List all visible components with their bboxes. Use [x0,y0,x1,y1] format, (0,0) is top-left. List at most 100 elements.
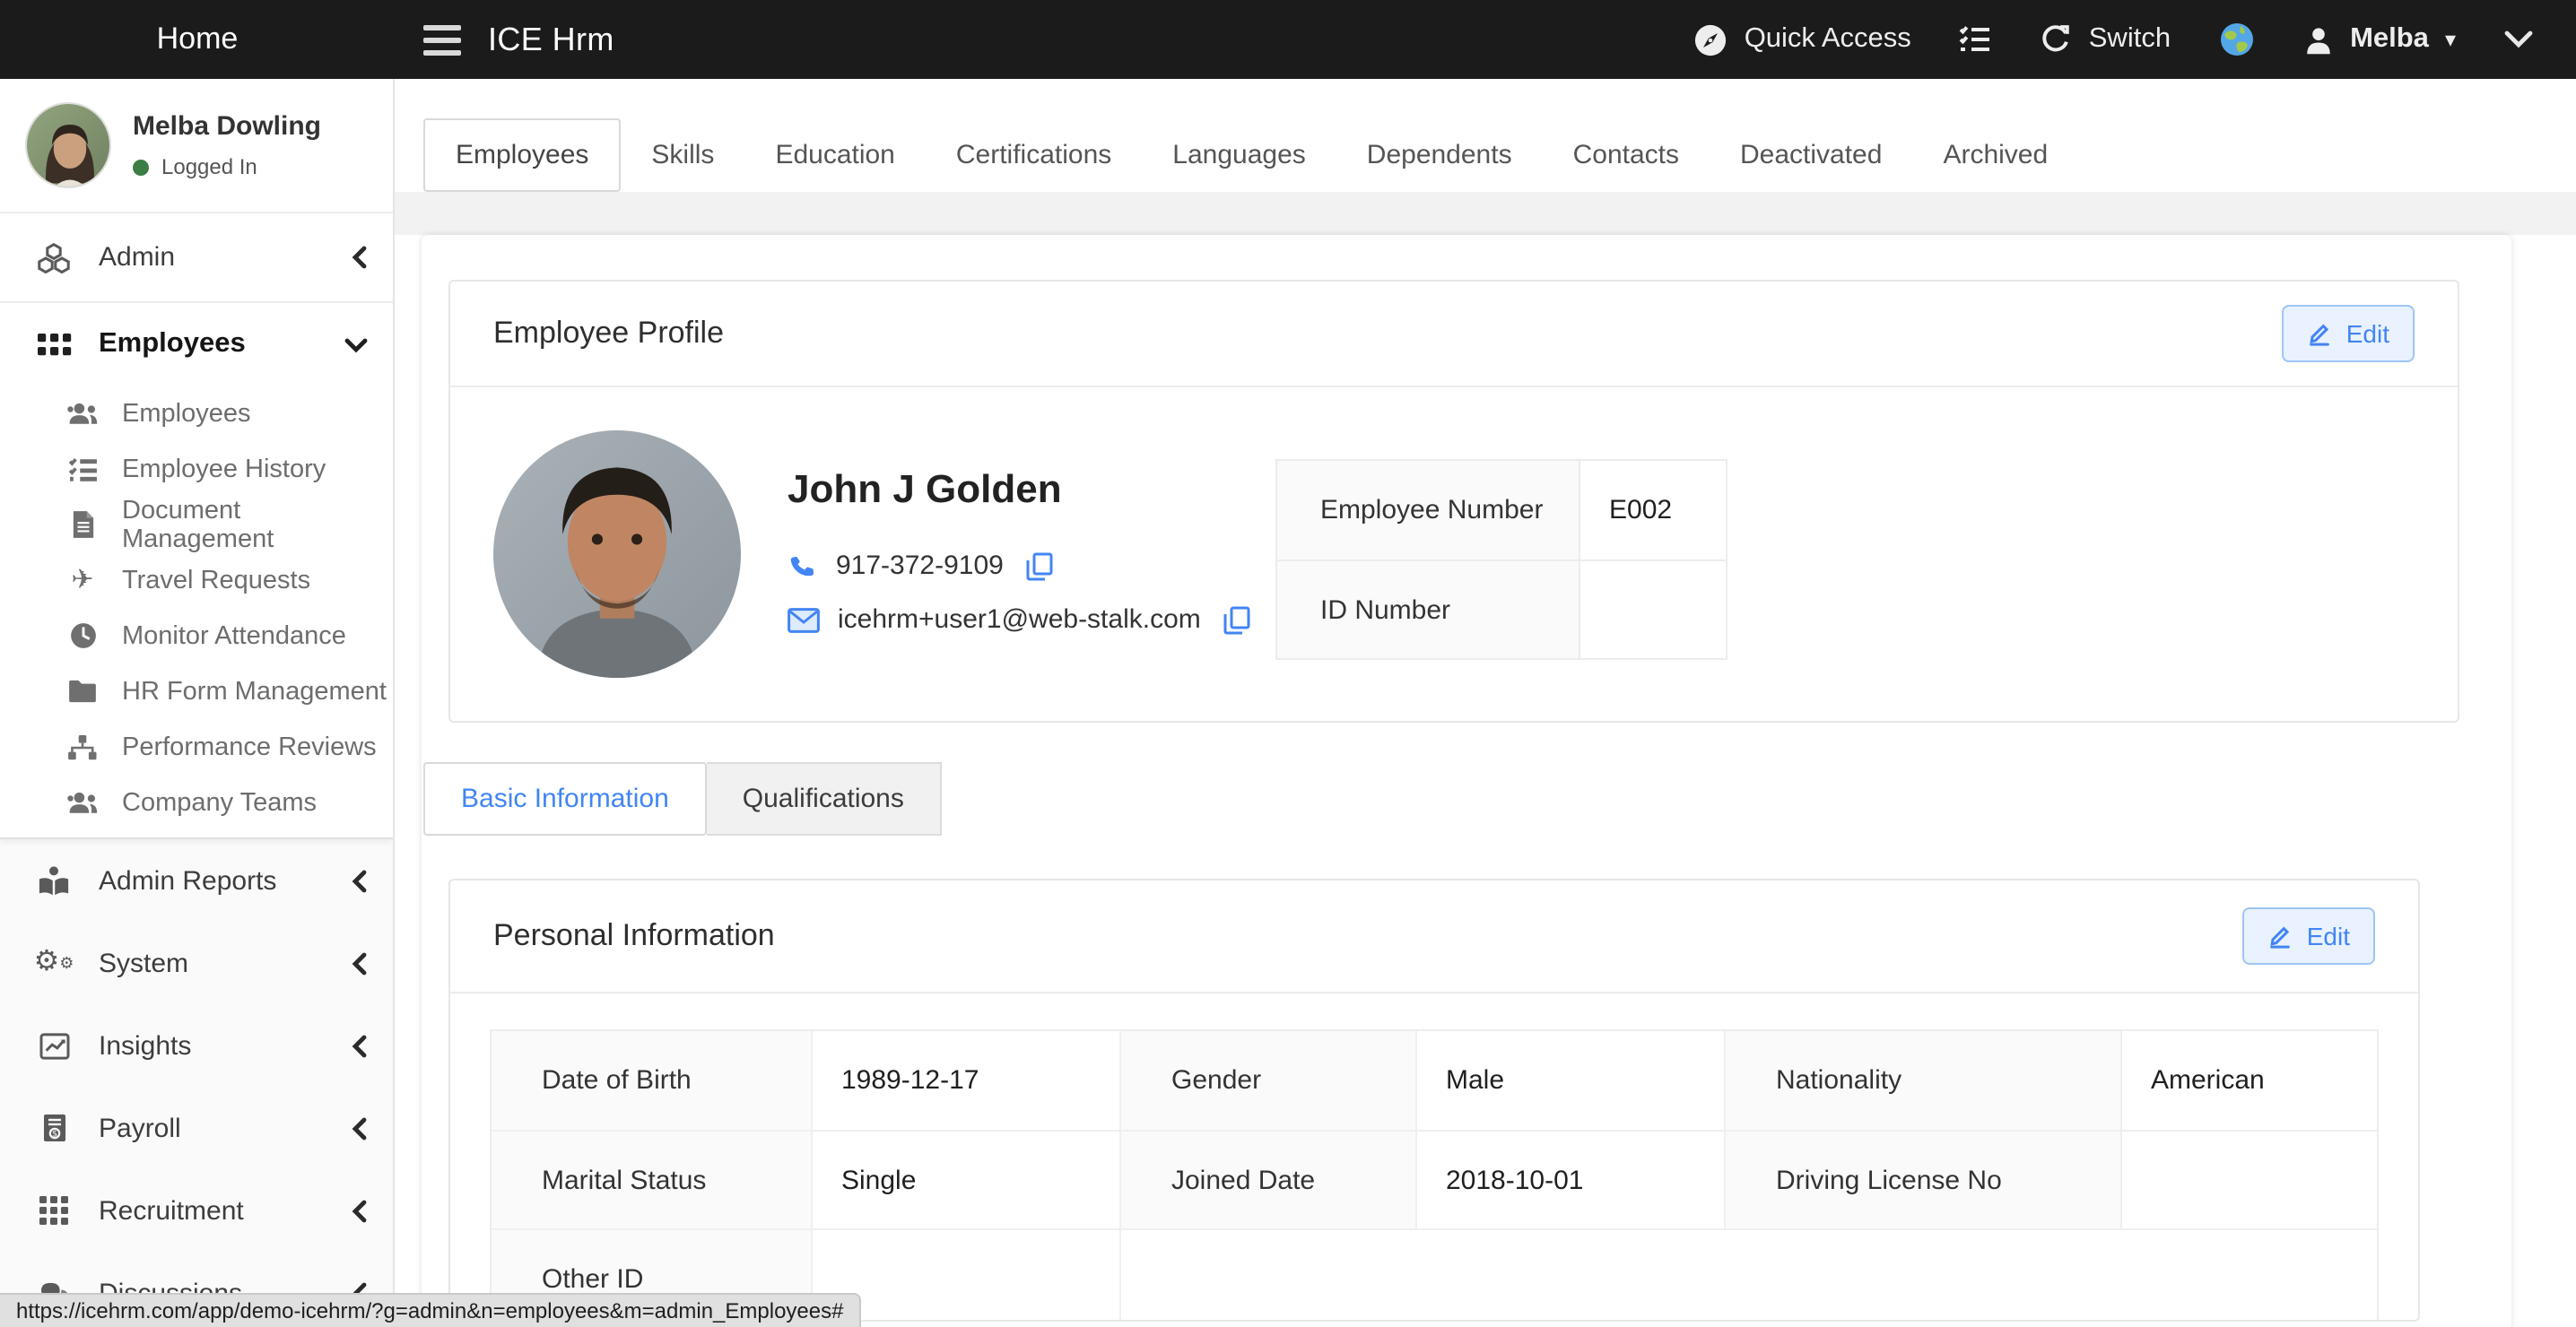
sidebar-group-label: Admin Reports [99,865,352,896]
sidebar-group-label: Payroll [99,1113,352,1143]
sidebar-group-payroll[interactable]: $ Payroll [0,1087,393,1169]
sidebar-item-performance-reviews[interactable]: Performance Reviews [0,719,393,775]
tab-basic-information[interactable]: Basic Information [423,762,707,836]
detail-subtabs: Basic Information Qualifications [423,762,2511,836]
field-value [1580,561,1726,658]
switch-button[interactable]: Switch [2041,23,2171,56]
copy-icon[interactable] [1224,605,1251,634]
employee-profile-card: Employee Profile Edit [448,280,2459,723]
users-icon [63,791,102,814]
tab-deactivated[interactable]: Deactivated [1710,118,1912,192]
employee-phone[interactable]: 917-372-9109 [836,551,1004,581]
table-row: Date of Birth 1989-12-17 Gender Male Nat… [492,1031,2377,1130]
field-label: Marital Status [492,1132,813,1228]
sidebar-group-admin[interactable]: Admin [0,213,393,303]
switch-icon [2041,23,2073,56]
edit-label: Edit [2307,922,2350,950]
tab-dependents[interactable]: Dependents [1336,118,1543,192]
field-value [2122,1132,2377,1228]
cubes-icon [32,241,75,273]
employee-email[interactable]: icehrm+user1@web-stalk.com [838,604,1201,635]
sidebar: Melba Dowling Logged In Admin [0,79,395,1327]
sidebar-group-system[interactable]: ⚙⚙ System [0,922,393,1004]
edit-profile-button[interactable]: Edit [2282,305,2415,362]
tab-skills[interactable]: Skills [621,118,744,192]
language-globe-button[interactable] [2219,22,2255,57]
employee-photo [493,430,741,678]
mail-icon [788,607,820,632]
topbar: Home ICE Hrm Quick Access [0,0,2576,79]
field-value: E002 [1580,461,1726,559]
sidebar-item-monitor-attendance[interactable]: Monitor Attendance [0,608,393,664]
quick-access-label: Quick Access [1745,23,1911,56]
quick-access-button[interactable]: Quick Access [1694,22,1911,56]
sidebar-group-label: Insights [99,1030,352,1061]
empty-cell [1121,1230,2377,1322]
field-value: 1989-12-17 [813,1031,1121,1130]
invoice-icon: $ [32,1114,75,1142]
folder-icon [63,680,102,703]
tab-certifications[interactable]: Certifications [926,118,1142,192]
tab-archived[interactable]: Archived [1912,118,2078,192]
switch-label: Switch [2089,23,2171,56]
tab-education[interactable]: Education [744,118,925,192]
edit-icon [2307,321,2332,346]
chevron-left-icon [352,951,368,975]
tab-qualifications[interactable]: Qualifications [707,762,942,836]
card-title: Employee Profile [493,316,724,351]
chevron-left-icon [352,1116,368,1140]
sidebar-item-travel-requests[interactable]: ✈ Travel Requests [0,552,393,608]
sidebar-item-document-management[interactable]: Document Management [0,497,393,552]
tab-languages[interactable]: Languages [1142,118,1336,192]
sidebar-group-insights[interactable]: Insights [0,1004,393,1087]
tab-contacts[interactable]: Contacts [1543,118,1710,192]
tasks-icon [1960,25,1992,54]
svg-text:$: $ [51,1130,57,1140]
copy-icon[interactable] [1027,551,1054,580]
field-label: Employee Number [1277,461,1580,559]
list-check-icon [63,456,102,481]
sidebar-item-hr-form-management[interactable]: HR Form Management [0,664,393,719]
tasks-button[interactable] [1960,25,1992,54]
sidebar-profile: Melba Dowling Logged In [0,79,393,213]
field-value: American [2122,1031,2377,1130]
globe-icon [2219,22,2255,57]
sidebar-group-employees-wrap: Employees Employees Employee History [0,303,393,839]
sidebar-item-label: Employee History [122,455,326,483]
hamburger-icon[interactable] [423,17,461,62]
phone-icon [788,551,818,581]
sidebar-item-label: Performance Reviews [122,733,377,761]
document-icon [63,511,102,538]
sidebar-group-label: Admin [99,242,352,273]
field-label: Driving License No [1726,1132,2122,1228]
sidebar-item-company-teams[interactable]: Company Teams [0,775,393,830]
plane-icon: ✈ [63,567,102,594]
status-bar-url: https://icehrm.com/app/demo-icehrm/?g=ad… [0,1293,861,1327]
profile-name: Melba Dowling [133,111,321,142]
user-menu[interactable]: Melba ▾ [2303,23,2456,56]
chevron-down-icon [344,336,368,352]
grid-icon [32,333,75,356]
status-dot [133,159,149,175]
employee-id-table: Employee Number E002 ID Number [1275,459,1727,660]
sidebar-item-employee-history[interactable]: Employee History [0,441,393,497]
grid9-icon [32,1196,75,1225]
sidebar-item-employees[interactable]: Employees [0,386,393,441]
sidebar-group-admin-reports[interactable]: Admin Reports [0,839,393,922]
field-value: Single [813,1132,1121,1228]
edit-personal-info-button[interactable]: Edit [2242,907,2375,965]
sidebar-group-recruitment[interactable]: Recruitment [0,1169,393,1252]
personal-info-table: Date of Birth 1989-12-17 Gender Male Nat… [490,1029,2379,1322]
tab-employees[interactable]: Employees [423,118,621,192]
home-link[interactable]: Home [0,22,395,57]
field-value: 2018-10-01 [1417,1132,1726,1228]
chevron-left-icon [352,869,368,892]
gears-icon: ⚙⚙ [32,949,75,977]
chevron-down-icon[interactable] [2504,30,2533,48]
avatar [25,102,111,188]
field-label: Date of Birth [492,1031,813,1130]
sidebar-group-employees[interactable]: Employees [0,303,393,386]
chart-line-icon [32,1032,75,1059]
content-panel: Employee Profile Edit [422,235,2511,1327]
table-row: Employee Number E002 [1277,461,1726,559]
